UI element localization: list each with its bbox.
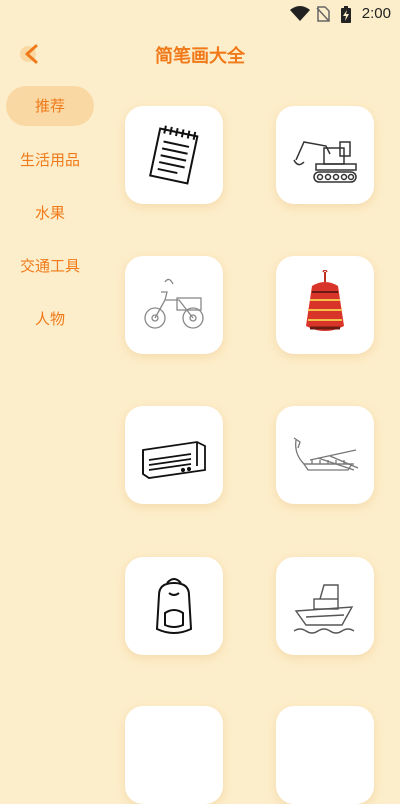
drawing-card[interactable]: [125, 106, 223, 204]
notepad-drawing-icon: [149, 125, 199, 185]
drawing-card[interactable]: [276, 406, 374, 504]
backpack-drawing-icon: [155, 578, 193, 634]
drawing-card[interactable]: [125, 256, 223, 354]
drawing-card[interactable]: [276, 557, 374, 655]
excavator-drawing-icon: [293, 141, 357, 183]
tricycle-drawing-icon: [144, 278, 204, 329]
drawing-card[interactable]: [276, 256, 374, 354]
drawing-card[interactable]: [125, 406, 223, 504]
dragon-boat-drawing-icon: [293, 437, 359, 471]
ship-drawing-icon: [293, 584, 355, 634]
drawing-card[interactable]: [125, 557, 223, 655]
drawing-card[interactable]: [276, 706, 374, 804]
air-conditioner-drawing-icon: [142, 441, 206, 479]
drawing-card[interactable]: [125, 706, 223, 804]
drawing-card[interactable]: [276, 106, 374, 204]
lantern-drawing-icon: [306, 270, 344, 331]
drawing-grid: [0, 0, 400, 804]
